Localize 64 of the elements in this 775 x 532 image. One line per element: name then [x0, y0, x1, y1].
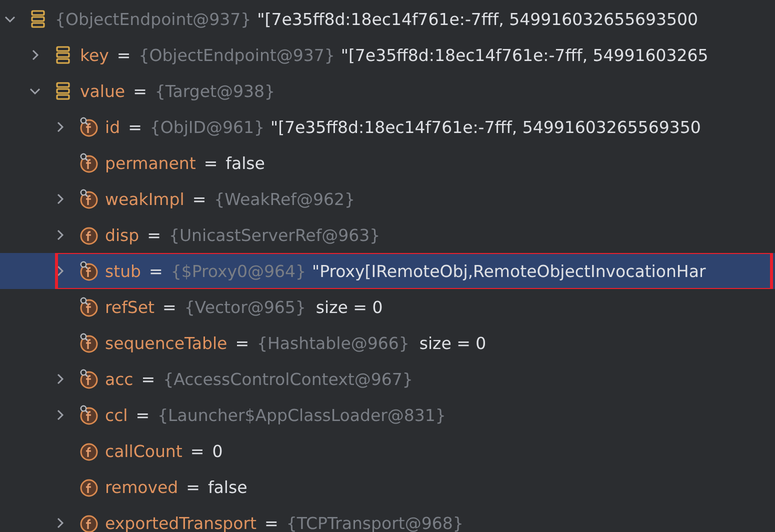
tree-row[interactable]: refSet = {Vector@965} size = 0 [0, 289, 775, 325]
field-name: acc [105, 370, 134, 388]
equals-sign: = [128, 118, 142, 136]
tree-row[interactable]: weakImpl = {WeakRef@962} [0, 181, 775, 217]
field-name: callCount [105, 442, 182, 460]
tree-row[interactable]: acc = {AccessControlContext@967} [0, 361, 775, 397]
object-type: {Hashtable@966} [257, 334, 410, 352]
field-value: false [226, 154, 265, 172]
object-type: {Vector@965} [184, 298, 306, 316]
field-value: "[7e35ff8d:18ec14f761e:-7fff, 549916032655693500 [257, 10, 698, 28]
object-type: {Target@938} [154, 82, 275, 100]
equals-sign: = [235, 334, 250, 352]
equals-sign: = [116, 46, 131, 64]
field-name: key [80, 46, 109, 64]
tree-row[interactable]: disp = {UnicastServerRef@963} [0, 217, 775, 253]
tree-row[interactable]: permanent = false [0, 145, 775, 181]
field-name: stub [105, 262, 141, 280]
field-name: id [105, 118, 120, 136]
object-type: {ObjectEndpoint@937} [138, 46, 335, 64]
tree-row[interactable]: stub = {$Proxy0@964} "Proxy[IRemoteObj,RemoteObjectInvocationHar [0, 253, 775, 289]
field-value: "[7e35ff8d:18ec14f761e:-7fff, 54991603265569350 [270, 118, 701, 136]
equals-sign: = [264, 514, 278, 532]
tree-row[interactable]: removed = false [0, 469, 775, 505]
field-name: refSet [105, 298, 154, 316]
object-type: {$Proxy0@964} [170, 262, 306, 280]
field-value: "Proxy[IRemoteObj,RemoteObjectInvocationHar [312, 262, 706, 280]
field-name: disp [105, 226, 140, 244]
equals-sign: = [149, 262, 163, 280]
object-type: {Launcher$AppClassLoader@831} [158, 406, 446, 424]
equals-sign: = [190, 442, 204, 460]
equals-sign: = [186, 478, 200, 496]
field-name: value [80, 82, 126, 100]
equals-sign: = [162, 298, 176, 316]
field-name: sequenceTable [105, 334, 228, 352]
equals-sign: = [204, 154, 218, 172]
tree-row[interactable]: key = {ObjectEndpoint@937} "[7e35ff8d:18ec14f761e:-7fff, 54991603265 [0, 37, 775, 73]
equals-sign: = [136, 406, 150, 424]
field-name: exportedTransport [105, 514, 256, 532]
equals-sign: = [133, 82, 147, 100]
tree-row[interactable]: value = {Target@938} [0, 73, 775, 109]
object-type: {AccessControlContext@967} [163, 370, 413, 388]
tree-row[interactable]: sequenceTable = {Hashtable@966} size = 0 [0, 325, 775, 361]
tree-row[interactable]: ccl = {Launcher$AppClassLoader@831} [0, 397, 775, 433]
object-type: {WeakRef@962} [214, 190, 355, 208]
field-name: removed [105, 478, 178, 496]
field-value: 0 [212, 442, 223, 460]
field-name: permanent [105, 154, 196, 172]
size-label: size = 0 [419, 334, 486, 352]
equals-sign: = [192, 190, 206, 208]
tree-row[interactable]: callCount = 0 [0, 433, 775, 469]
field-value: "[7e35ff8d:18ec14f761e:-7fff, 54991603265 [340, 46, 708, 64]
size-label: size = 0 [316, 298, 383, 316]
equals-sign: = [141, 370, 156, 388]
tree-row[interactable]: exportedTransport = {TCPTransport@968} [0, 505, 775, 532]
object-type: {ObjectEndpoint@937} [55, 10, 252, 28]
field-name: ccl [105, 406, 128, 424]
object-type: {ObjID@961} [150, 118, 264, 136]
field-value: false [208, 478, 248, 496]
tree-row[interactable]: id = {ObjID@961} "[7e35ff8d:18ec14f761e:-7fff, 54991603265569350 [0, 109, 775, 145]
field-name: weakImpl [105, 190, 184, 208]
object-type: {TCPTransport@968} [286, 514, 464, 532]
tree-row[interactable]: {ObjectEndpoint@937} "[7e35ff8d:18ec14f761e:-7fff, 549916032655693500 [0, 1, 775, 37]
equals-sign: = [147, 226, 161, 244]
object-type: {UnicastServerRef@963} [168, 226, 380, 244]
